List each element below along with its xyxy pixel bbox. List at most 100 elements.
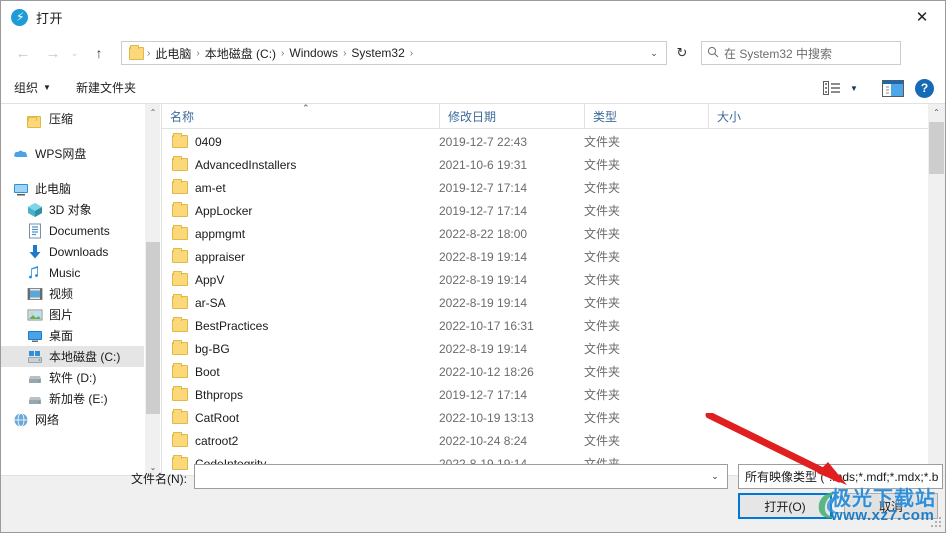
filename-input[interactable] xyxy=(201,469,701,485)
table-row[interactable]: am-et 2019-12-7 17:14 文件夹 xyxy=(162,176,928,199)
sidebar-scrollbar-thumb[interactable] xyxy=(146,242,160,414)
3d-objects-icon xyxy=(27,202,43,218)
up-icon[interactable]: ↑ xyxy=(86,40,112,66)
sidebar-item-12[interactable]: 新加卷 (E:) xyxy=(1,388,144,409)
sidebar-item-9[interactable]: 桌面 xyxy=(1,325,144,346)
breadcrumb-separator: › xyxy=(409,47,414,59)
sidebar-item-label: 软件 (D:) xyxy=(49,371,97,385)
table-row[interactable]: bg-BG 2022-8-19 19:14 文件夹 xyxy=(162,337,928,360)
table-row[interactable]: Boot 2022-10-12 18:26 文件夹 xyxy=(162,360,928,383)
sidebar-item-5[interactable]: Downloads xyxy=(1,241,144,262)
scroll-up-icon[interactable]: ⌃ xyxy=(145,104,161,120)
folder-icon xyxy=(129,44,144,60)
sidebar-item-1[interactable]: WPS网盘 xyxy=(1,143,144,164)
file-name-cell: Boot xyxy=(172,363,220,379)
chevron-down-icon[interactable]: ⌄ xyxy=(643,42,665,64)
table-row[interactable]: AppLocker 2019-12-7 17:14 文件夹 xyxy=(162,199,928,222)
sidebar-item-7[interactable]: 视频 xyxy=(1,283,144,304)
column-header-name: 名称 ⌃ xyxy=(162,104,439,128)
sidebar-item-4[interactable]: Documents xyxy=(1,220,144,241)
filetype-value: 所有映像类型 (*.mds;*.mdf;*.mdx;*.b xyxy=(745,470,939,484)
column-header-date[interactable]: 修改日期 xyxy=(439,104,584,128)
cancel-button[interactable]: 取消 xyxy=(844,493,938,519)
sidebar-item-3[interactable]: 3D 对象 xyxy=(1,199,144,220)
column-header-type[interactable]: 类型 xyxy=(584,104,708,128)
file-list-scrollbar[interactable]: ⌃ ⌄ xyxy=(928,104,945,475)
column-headers: 名称 ⌃ 修改日期 类型 大小 xyxy=(162,104,928,129)
file-name-cell: appraiser xyxy=(172,248,246,264)
help-icon[interactable]: ? xyxy=(915,78,934,98)
table-row[interactable]: CatRoot 2022-10-19 13:13 文件夹 xyxy=(162,406,928,429)
table-row[interactable]: 0409 2019-12-7 22:43 文件夹 xyxy=(162,130,928,153)
breadcrumb-item-2[interactable]: Windows xyxy=(285,42,342,64)
table-row[interactable]: Bthprops 2019-12-7 17:14 文件夹 xyxy=(162,383,928,406)
breadcrumb-item-1[interactable]: 本地磁盘 (C:) xyxy=(201,42,280,64)
search-box[interactable]: 在 System32 中搜索 xyxy=(701,41,901,65)
file-name-label: catroot2 xyxy=(195,433,239,448)
sidebar-item-6[interactable]: Music xyxy=(1,262,144,283)
column-header-label[interactable]: 名称 xyxy=(170,108,194,125)
drive-icon xyxy=(27,370,43,386)
chevron-down-icon[interactable]: ▼ xyxy=(846,76,862,100)
file-name-label: Boot xyxy=(195,364,220,379)
organize-button[interactable]: 组织 ▼ xyxy=(14,79,51,96)
file-type-cell: 文件夹 xyxy=(584,365,621,379)
toolbar-right-group: ▼ ? xyxy=(818,72,937,104)
filename-combobox[interactable]: ⌄ xyxy=(194,464,728,489)
sidebar-item-13[interactable]: 网络 xyxy=(1,409,144,430)
file-date-cell: 2022-10-24 8:24 xyxy=(439,433,528,448)
videos-icon xyxy=(27,286,43,302)
folder-icon xyxy=(172,386,188,401)
table-row[interactable]: catroot2 2022-10-24 8:24 文件夹 xyxy=(162,429,928,452)
title-bar: ⚡ 打开 ✕ xyxy=(1,1,945,34)
breadcrumb-item-0[interactable]: 此电脑 xyxy=(151,42,195,64)
table-row[interactable]: AppV 2022-8-19 19:14 文件夹 xyxy=(162,268,928,291)
preview-pane-icon[interactable] xyxy=(880,76,906,100)
file-list-scrollbar-thumb[interactable] xyxy=(929,122,944,174)
file-date-cell: 2021-10-6 19:31 xyxy=(439,157,528,172)
file-name-label: CatRoot xyxy=(195,410,240,425)
sidebar-item-label: 桌面 xyxy=(49,329,74,343)
search-placeholder: 在 System32 中搜索 xyxy=(724,46,833,61)
close-icon[interactable]: ✕ xyxy=(899,1,945,33)
forward-icon[interactable]: → xyxy=(40,40,66,66)
chevron-down-icon[interactable]: ⌄ xyxy=(704,465,726,488)
file-type-cell: 文件夹 xyxy=(584,411,621,425)
file-name-label: appraiser xyxy=(195,249,246,264)
filetype-combobox[interactable]: 所有映像类型 (*.mds;*.mdf;*.mdx;*.b xyxy=(738,464,943,489)
sidebar-item-8[interactable]: 图片 xyxy=(1,304,144,325)
resize-grip[interactable] xyxy=(930,517,942,529)
refresh-icon[interactable]: ↻ xyxy=(669,41,695,65)
back-icon[interactable]: ← xyxy=(10,40,36,66)
folder-icon xyxy=(172,271,188,286)
address-bar[interactable]: › 此电脑 › 本地磁盘 (C:) › Windows › System32 ›… xyxy=(121,41,667,65)
sidebar-item-label: 压缩 xyxy=(49,112,74,126)
list-view-icon[interactable] xyxy=(818,76,844,100)
table-row[interactable]: BestPractices 2022-10-17 16:31 文件夹 xyxy=(162,314,928,337)
table-row[interactable]: appraiser 2022-8-19 19:14 文件夹 xyxy=(162,245,928,268)
new-folder-button[interactable]: 新建文件夹 xyxy=(76,79,136,96)
table-row[interactable]: appmgmt 2022-8-22 18:00 文件夹 xyxy=(162,222,928,245)
table-row[interactable]: AdvancedInstallers 2021-10-6 19:31 文件夹 xyxy=(162,153,928,176)
sidebar-item-label: 本地磁盘 (C:) xyxy=(49,350,121,364)
scroll-up-icon[interactable]: ⌃ xyxy=(928,104,945,121)
sidebar-item-0[interactable]: 压缩 xyxy=(1,108,144,129)
file-list: 名称 ⌃ 修改日期 类型 大小 0409 2019-12-7 22:43 文件夹 Ad… xyxy=(162,104,928,475)
sidebar-scrollbar[interactable]: ⌃ ⌄ xyxy=(144,104,160,475)
folder-icon xyxy=(172,294,188,309)
file-date-cell: 2019-12-7 17:14 xyxy=(439,203,528,218)
file-name-label: ar-SA xyxy=(195,295,226,310)
sidebar-item-2[interactable]: 此电脑 xyxy=(1,178,144,199)
recent-locations-icon[interactable]: ⌄ xyxy=(66,40,83,66)
column-header-size[interactable]: 大小 xyxy=(708,104,828,128)
app-icon: ⚡ xyxy=(11,9,28,26)
file-name-label: AppV xyxy=(195,272,225,287)
breadcrumb-item-3[interactable]: System32 xyxy=(347,42,408,64)
open-button[interactable]: 打开(O) xyxy=(738,493,832,519)
table-row[interactable]: ar-SA 2022-8-19 19:14 文件夹 xyxy=(162,291,928,314)
file-type-cell: 文件夹 xyxy=(584,227,621,241)
file-name-cell: catroot2 xyxy=(172,432,239,448)
file-name-cell: CatRoot xyxy=(172,409,240,425)
sidebar-item-10[interactable]: 本地磁盘 (C:) xyxy=(1,346,144,367)
sidebar-item-11[interactable]: 软件 (D:) xyxy=(1,367,144,388)
